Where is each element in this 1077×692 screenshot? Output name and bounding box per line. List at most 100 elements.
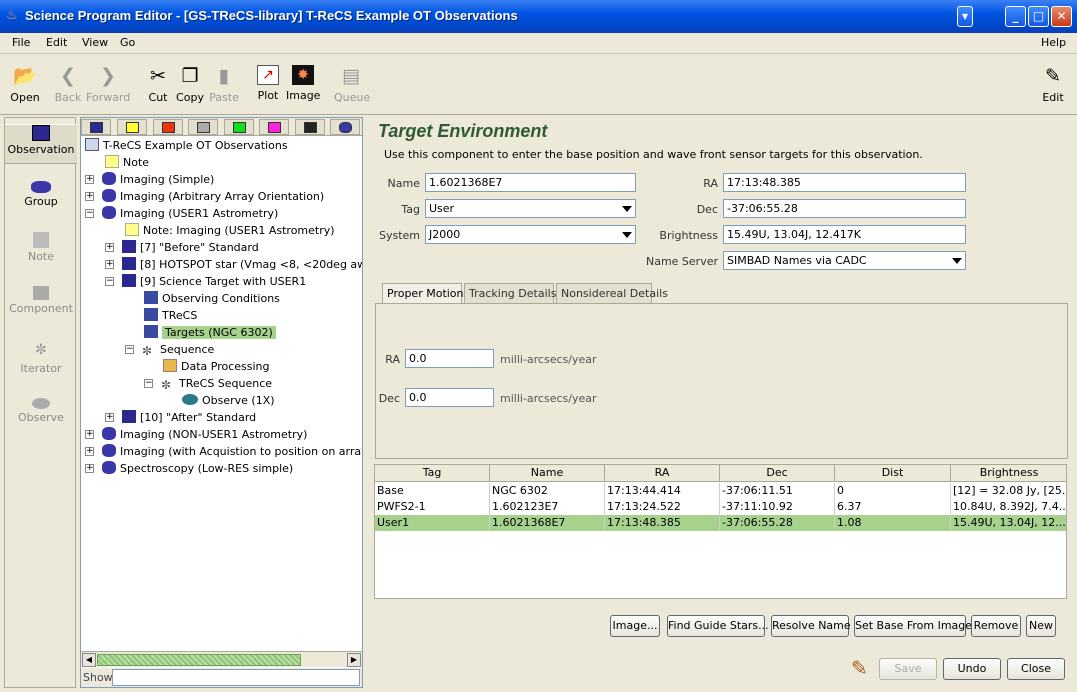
close-button[interactable]: Close [1007, 658, 1065, 680]
minimize-button[interactable]: _ [1005, 6, 1026, 27]
new-button[interactable]: New [1026, 615, 1056, 637]
filter-tab-yellow[interactable] [117, 119, 147, 135]
expand-icon[interactable]: + [85, 464, 94, 473]
expand-icon[interactable]: + [105, 413, 114, 422]
tree-item-hotspot[interactable]: + [8] HOTSPOT star (Vmag <8, <20deg away,… [105, 256, 362, 273]
palette-observation[interactable]: Observation [5, 124, 77, 164]
name-field[interactable]: 1.6021368E7 [425, 173, 636, 192]
expand-icon[interactable]: + [105, 243, 114, 252]
filter-tab-magenta[interactable] [259, 119, 289, 135]
save-button[interactable]: Save [879, 658, 937, 680]
ra-field[interactable]: 17:13:48.385 [723, 173, 966, 192]
filter-tab-group[interactable] [330, 119, 360, 135]
show-filter-input[interactable] [112, 669, 360, 686]
edit-button[interactable]: ✎ Edit [1040, 57, 1066, 111]
expand-icon[interactable]: + [85, 430, 94, 439]
open-button[interactable]: 📂 Open [6, 57, 44, 111]
queue-button[interactable]: ▤ Queue [334, 57, 370, 111]
plot-button[interactable]: ↗ Plot [254, 57, 282, 111]
filter-tab-black[interactable] [295, 119, 325, 135]
filter-tab-gray[interactable] [188, 119, 218, 135]
expand-icon[interactable]: + [85, 192, 94, 201]
column-header-dist[interactable]: Dist [835, 465, 951, 482]
palette-note[interactable]: Note [5, 232, 77, 263]
tree-item-observing-conditions[interactable]: Observing Conditions [144, 290, 280, 307]
tree-item-imaging-simple[interactable]: + Imaging (Simple) [85, 171, 214, 188]
menu-go[interactable]: Go [120, 36, 135, 49]
scroll-thumb[interactable] [97, 654, 301, 666]
column-header-tag[interactable]: Tag [375, 465, 490, 482]
tab-nonsidereal-details[interactable]: Nonsidereal Details [556, 283, 668, 303]
column-header-ra[interactable]: RA [605, 465, 720, 482]
palette-component[interactable]: Component [5, 286, 77, 315]
palette-group[interactable]: Group [5, 178, 77, 208]
menu-file[interactable]: File [12, 36, 30, 49]
collapse-icon[interactable]: − [125, 345, 134, 354]
expand-icon[interactable]: + [85, 447, 94, 456]
tree-item-before-standard[interactable]: + [7] "Before" Standard [105, 239, 259, 256]
copy-button[interactable]: ❐ Copy [175, 57, 205, 111]
table-row-selected[interactable]: User1 1.6021368E7 17:13:48.385 -37:06:55… [375, 515, 1066, 531]
tree-item-spectroscopy[interactable]: + Spectroscopy (Low-RES simple) [85, 460, 293, 477]
table-row[interactable]: PWFS2-1 1.602123E7 17:13:24.522 -37:11:1… [375, 499, 1066, 515]
close-window-button[interactable]: ✕ [1051, 6, 1072, 27]
brightness-field[interactable]: 15.49U, 13.04J, 12.417K [723, 225, 966, 244]
tree-item-science-target[interactable]: − [9] Science Target with USER1 [105, 273, 306, 290]
expand-icon[interactable]: + [85, 175, 94, 184]
image-catalog-button[interactable]: Image... [610, 615, 660, 637]
filter-tab-green[interactable] [224, 119, 254, 135]
collapse-icon[interactable]: − [85, 209, 94, 218]
palette-iterator[interactable]: ✼ Iterator [5, 340, 77, 375]
name-server-select[interactable]: SIMBAD Names via CADC [723, 251, 966, 270]
table-row[interactable]: Base NGC 6302 17:13:44.414 -37:06:11.51 … [375, 483, 1066, 499]
tree-horizontal-scrollbar[interactable]: ◀ ▶ [81, 651, 362, 667]
filter-tab-blue[interactable] [81, 119, 111, 135]
collapse-icon[interactable]: − [105, 277, 114, 286]
tree-item-targets[interactable]: Targets (NGC 6302) [144, 324, 276, 341]
tree-item-after-standard[interactable]: + [10] "After" Standard [105, 409, 256, 426]
expand-icon[interactable]: + [105, 260, 114, 269]
forward-button[interactable]: ❯ Forward [86, 57, 130, 111]
system-select[interactable]: J2000 [425, 225, 636, 244]
tree-item-imaging-user1[interactable]: − Imaging (USER1 Astrometry) [85, 205, 278, 222]
tree-item-imaging-acq[interactable]: + Imaging (with Acquistion to position on… [85, 443, 362, 460]
tree-item-imaging-non-user1[interactable]: + Imaging (NON-USER1 Astrometry) [85, 426, 307, 443]
tree-root[interactable]: T-ReCS Example OT Observations [85, 137, 288, 154]
tag-select[interactable]: User [425, 199, 636, 218]
scroll-right-icon[interactable]: ▶ [347, 653, 361, 667]
tree-item-sequence[interactable]: − ✼ Sequence [125, 341, 214, 358]
tree-item-note[interactable]: Note [105, 154, 149, 171]
undo-button[interactable]: Undo [943, 658, 1001, 680]
menu-edit[interactable]: Edit [46, 36, 67, 49]
cut-button[interactable]: ✂ Cut [144, 57, 172, 111]
scroll-left-icon[interactable]: ◀ [82, 653, 96, 667]
set-base-from-image-button[interactable]: Set Base From Image [854, 615, 972, 637]
tab-tracking-details[interactable]: Tracking Details [464, 283, 556, 303]
image-button[interactable]: ✸ Image [286, 57, 320, 111]
column-header-name[interactable]: Name [490, 465, 605, 482]
menu-help[interactable]: Help [1041, 36, 1066, 49]
collapse-icon[interactable]: − [144, 379, 153, 388]
paste-button[interactable]: ▮ Paste [208, 57, 240, 111]
filter-tab-red[interactable] [153, 119, 183, 135]
tree-item-trecs-sequence[interactable]: − ✼ TReCS Sequence [144, 375, 272, 392]
column-header-dec[interactable]: Dec [720, 465, 835, 482]
tab-proper-motion[interactable]: Proper Motion [382, 283, 464, 303]
pm-dec-field[interactable]: 0.0 [405, 388, 494, 407]
tree-item-imaging-arbitrary[interactable]: + Imaging (Arbitrary Array Orientation) [85, 188, 324, 205]
maximize-button[interactable]: □ [1028, 6, 1049, 27]
tree-item-trecs[interactable]: TReCS [144, 307, 197, 324]
window-menu-icon[interactable]: ▾ [957, 6, 973, 27]
tree-item-observe[interactable]: Observe (1X) [182, 392, 275, 409]
tree-item-note-imaging[interactable]: Note: Imaging (USER1 Astrometry) [125, 222, 335, 239]
back-button[interactable]: ❮ Back [52, 57, 84, 111]
dec-field[interactable]: -37:06:55.28 [723, 199, 966, 218]
find-guide-stars-button[interactable]: Find Guide Stars... [667, 615, 769, 637]
resolve-name-button[interactable]: Resolve Name [771, 615, 851, 637]
column-header-brightness[interactable]: Brightness [951, 465, 1066, 482]
tree-item-data-processing[interactable]: Data Processing [163, 358, 270, 375]
menu-view[interactable]: View [82, 36, 108, 49]
palette-observe[interactable]: Observe [5, 394, 77, 424]
pm-ra-field[interactable]: 0.0 [405, 349, 494, 368]
remove-button[interactable]: Remove [971, 615, 1021, 637]
